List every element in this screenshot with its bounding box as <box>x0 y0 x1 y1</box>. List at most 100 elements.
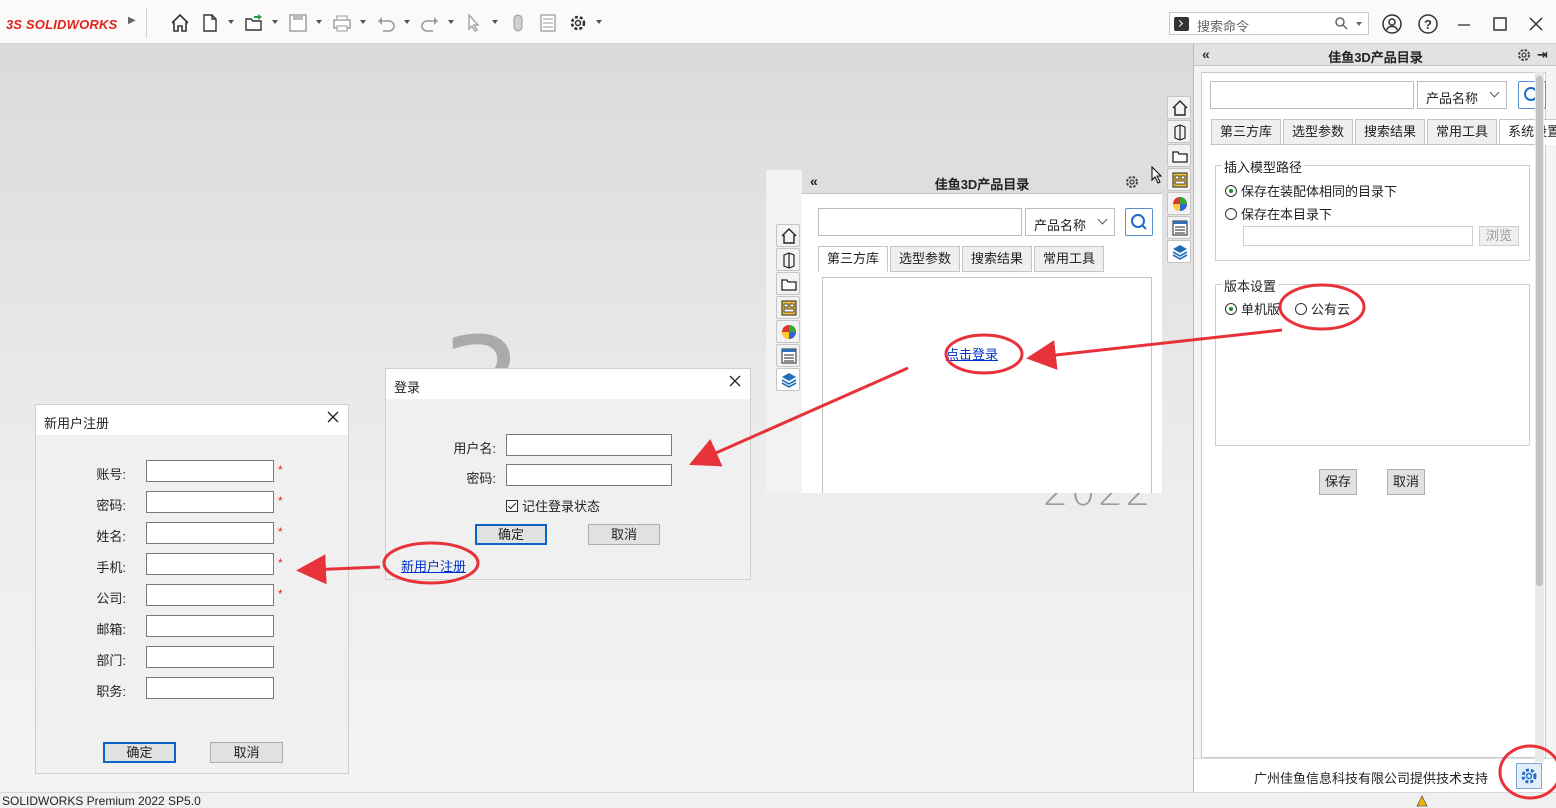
tab-selection-params[interactable]: 选型参数 <box>890 246 961 272</box>
remember-login-label: 记住登录状态 <box>522 499 601 514</box>
side-tab-home[interactable] <box>1167 96 1191 119</box>
required-mark: * <box>278 525 283 539</box>
browse-button[interactable]: 浏览 <box>1479 226 1519 246</box>
print-dropdown-icon[interactable] <box>360 20 366 24</box>
rebuild-icon[interactable] <box>507 12 529 34</box>
radio-this-directory[interactable]: 保存在本目录下 <box>1225 204 1332 223</box>
radio-public-cloud[interactable]: 公有云 <box>1295 299 1350 318</box>
register-field-input[interactable] <box>146 522 274 544</box>
tab-common-tools[interactable]: 常用工具 <box>1034 246 1105 272</box>
tab-selection-params[interactable]: 选型参数 <box>1283 119 1354 145</box>
home-icon <box>781 228 797 244</box>
save-dropdown-icon[interactable] <box>316 20 322 24</box>
side-tab-product-catalog[interactable] <box>1167 240 1191 263</box>
username-input[interactable] <box>506 434 672 456</box>
search-button[interactable] <box>1125 208 1153 236</box>
register-cancel-button[interactable]: 取消 <box>210 742 283 763</box>
register-field-label: 密码: <box>96 498 126 513</box>
pane-settings-icon[interactable] <box>1516 47 1532 63</box>
file-properties-icon[interactable] <box>537 12 559 34</box>
login-ok-button[interactable]: 确定 <box>475 524 547 545</box>
select-pointer-icon[interactable] <box>463 12 485 34</box>
save-icon[interactable] <box>287 12 309 34</box>
radio-standalone[interactable]: 单机版 <box>1225 299 1280 318</box>
side-tab-file-explorer[interactable] <box>776 272 800 295</box>
tab-third-party[interactable]: 第三方库 <box>818 246 889 272</box>
open-folder-icon[interactable] <box>243 12 265 34</box>
product-search-input[interactable] <box>1210 81 1414 109</box>
help-icon[interactable]: ? <box>1416 12 1440 36</box>
pane-settings-icon[interactable] <box>1124 174 1140 190</box>
rebuild-status-icon[interactable] <box>1414 794 1430 808</box>
login-cancel-button[interactable]: 取消 <box>588 524 660 545</box>
radio-checked-icon <box>1225 184 1237 197</box>
save-button[interactable]: 保存 <box>1319 469 1357 495</box>
side-tab-product-catalog[interactable] <box>776 368 800 391</box>
tab-system-settings[interactable]: 系统设置 <box>1499 119 1556 145</box>
open-dropdown-icon[interactable] <box>272 20 278 24</box>
register-field-input[interactable] <box>146 615 274 637</box>
remember-login-checkbox[interactable]: 记住登录状态 <box>506 496 600 515</box>
path-input[interactable] <box>1243 226 1473 246</box>
new-document-icon[interactable] <box>199 12 221 34</box>
register-field-input[interactable] <box>146 584 274 606</box>
tab-common-tools[interactable]: 常用工具 <box>1427 119 1498 145</box>
tab-search-results[interactable]: 搜索结果 <box>1355 119 1426 145</box>
side-tab-design-library[interactable] <box>776 248 800 271</box>
register-link[interactable]: 新用户注册 <box>401 556 466 575</box>
maximize-icon[interactable] <box>1488 12 1512 36</box>
undo-icon[interactable] <box>375 12 397 34</box>
task-pane-header: « 佳鱼3D产品目录 ⇥ <box>1194 44 1556 66</box>
register-ok-button[interactable]: 确定 <box>103 742 176 763</box>
close-icon[interactable] <box>728 374 742 388</box>
side-tab-file-explorer[interactable] <box>1167 144 1191 167</box>
search-field-select[interactable]: 产品名称 <box>1417 81 1507 109</box>
user-icon[interactable] <box>1380 12 1404 36</box>
register-field-input[interactable] <box>146 491 274 513</box>
side-tab-appearances[interactable] <box>776 320 800 343</box>
search-icon[interactable] <box>1334 16 1348 30</box>
login-link[interactable]: 点击登录 <box>946 344 998 363</box>
register-field-input[interactable] <box>146 553 274 575</box>
options-dropdown-icon[interactable] <box>596 20 602 24</box>
tab-third-party[interactable]: 第三方库 <box>1211 119 1282 145</box>
cancel-button[interactable]: 取消 <box>1387 469 1425 495</box>
new-dropdown-icon[interactable] <box>228 20 234 24</box>
redo-dropdown-icon[interactable] <box>448 20 454 24</box>
close-window-icon[interactable] <box>1524 12 1548 36</box>
side-tab-view-palette[interactable] <box>776 296 800 319</box>
close-icon[interactable] <box>326 410 340 424</box>
menu-expand-icon[interactable]: ▶ <box>128 15 138 31</box>
radio-same-directory[interactable]: 保存在装配体相同的目录下 <box>1225 181 1397 200</box>
search-dropdown-icon[interactable] <box>1356 22 1362 26</box>
register-field-input[interactable] <box>146 677 274 699</box>
tab-search-results[interactable]: 搜索结果 <box>962 246 1033 272</box>
side-tab-view-palette[interactable] <box>1167 168 1191 191</box>
product-search-input[interactable] <box>818 208 1022 236</box>
view-palette-icon <box>1172 172 1188 188</box>
side-tab-custom-properties[interactable] <box>1167 216 1191 239</box>
scrollbar-thumb[interactable] <box>1536 76 1543 586</box>
minimize-icon[interactable] <box>1452 12 1476 36</box>
side-tab-custom-properties[interactable] <box>776 344 800 367</box>
pin-icon[interactable]: ⇥ <box>1537 47 1548 63</box>
side-tab-home[interactable] <box>776 224 800 247</box>
undo-dropdown-icon[interactable] <box>404 20 410 24</box>
select-dropdown-icon[interactable] <box>492 20 498 24</box>
options-gear-icon[interactable] <box>567 12 589 34</box>
redo-icon[interactable] <box>419 12 441 34</box>
password-input[interactable] <box>506 464 672 486</box>
search-field-select[interactable]: 产品名称 <box>1025 208 1115 236</box>
command-search-box[interactable]: 搜索命令 <box>1169 12 1369 35</box>
home-icon[interactable] <box>169 12 191 34</box>
side-tab-appearances[interactable] <box>1167 192 1191 215</box>
brand-name: SOLIDWORKS <box>25 16 118 32</box>
register-field-input[interactable] <box>146 460 274 482</box>
print-icon[interactable] <box>331 12 353 34</box>
task-pane-side-tabs <box>1167 96 1193 264</box>
plugin-settings-button[interactable] <box>1516 763 1542 789</box>
search-placeholder: 搜索命令 <box>1197 19 1250 34</box>
side-tab-design-library[interactable] <box>1167 120 1191 143</box>
task-pane-scrollbar[interactable] <box>1535 72 1544 762</box>
register-field-input[interactable] <box>146 646 274 668</box>
